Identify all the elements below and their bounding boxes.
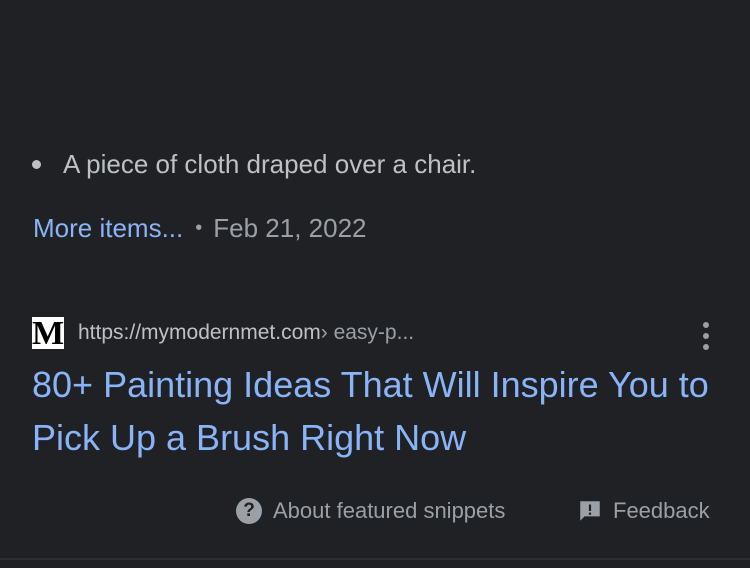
more-vert-icon[interactable] — [694, 322, 718, 350]
site-favicon-icon: M — [32, 317, 64, 349]
snippet-date: Feb 21, 2022 — [213, 212, 367, 243]
section-divider — [0, 558, 750, 560]
feedback-button[interactable]: Feedback — [577, 493, 710, 529]
result-source[interactable]: M https://mymodernmet.com › easy-p... — [32, 316, 414, 350]
meta-separator: • — [195, 216, 203, 239]
about-featured-snippets-button[interactable]: ? About featured snippets — [236, 493, 505, 529]
snippet-meta: More items... • Feb 21, 2022 — [33, 210, 367, 246]
result-url-path: › easy-p... — [320, 321, 415, 344]
more-items-link[interactable]: More items... — [33, 213, 183, 244]
snippet-list-item: A piece of cloth draped over a chair. — [30, 144, 476, 184]
favicon-letter: M — [32, 317, 64, 349]
kebab-dot — [703, 344, 709, 350]
result-title-link[interactable]: 80+ Painting Ideas That Will Inspire You… — [32, 358, 712, 464]
about-featured-snippets-label: About featured snippets — [273, 498, 506, 523]
feedback-label: Feedback — [613, 498, 710, 523]
help-icon: ? — [236, 498, 262, 524]
kebab-dot — [703, 322, 709, 328]
kebab-dot — [703, 333, 709, 339]
bullet-icon — [32, 159, 41, 169]
snippet-bullet-text: A piece of cloth draped over a chair. — [63, 148, 477, 179]
feedback-icon — [580, 501, 600, 521]
result-url: https://mymodernmet.com — [78, 321, 321, 344]
